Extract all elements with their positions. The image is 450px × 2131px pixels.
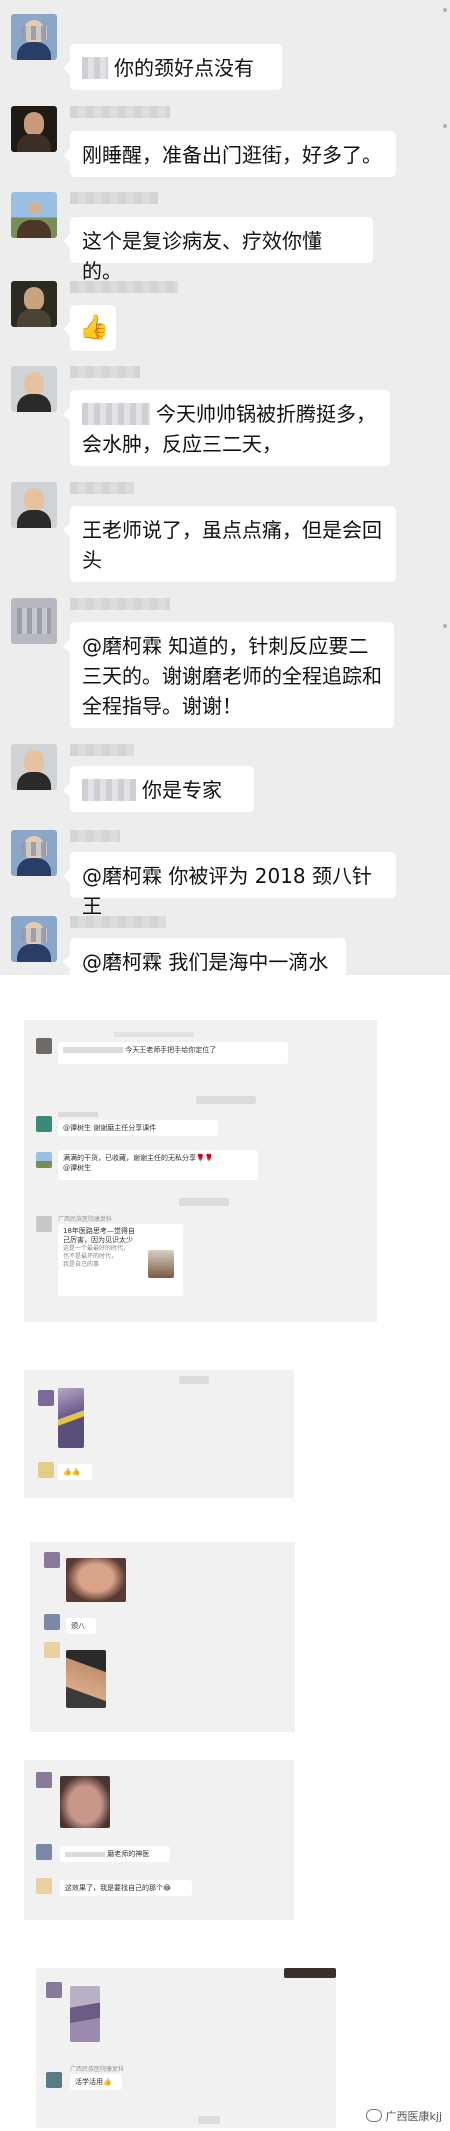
avatar[interactable] [11,482,57,528]
message-bubble: 活学活用👍 [70,2074,122,2090]
photo-fragment [284,1968,336,1978]
avatar [44,1552,60,1568]
sender-name [70,192,158,204]
avatar[interactable] [11,192,57,238]
message-bubble: @磨柯霖 知道的，针刺反应要二 三天的。谢谢磨老师的全程追踪和 全程指导。谢谢！ [63,622,394,728]
sender-name [70,366,140,378]
avatar [38,1462,54,1478]
message-bubble: 你的颈好点没有 [63,44,282,90]
chat-screenshot-thumbnail: 广西民族医院康复科 活学活用👍 [36,1968,336,2128]
sender-name [114,1032,194,1037]
message-bubble: 👍 [63,305,116,351]
chat-screenshot-thumbnail: 颈八 [30,1542,295,1732]
message-bubble: @磨柯霖 我们是海中一滴水 [63,938,346,984]
message-bubble: 今天王老师手把手给你定位了 [58,1042,288,1064]
photo-message[interactable] [66,1558,126,1602]
sender-name: 广西民族医院康复科 [58,1216,113,1223]
message-bubble: 王老师说了，虽点点痛，但是会回 头 [63,506,396,582]
message-bubble: 今天帅帅锅被折腾挺多， 会水肿，反应三二天， [63,390,390,466]
sender-name [70,281,178,293]
avatar [46,1982,62,1998]
avatar [36,1152,52,1168]
timestamp [196,1096,256,1104]
avatar [38,1390,54,1406]
avatar[interactable] [11,106,57,152]
article-card[interactable]: 18年医路思考—觉得自己厉害，因为见识太少 这是一个最最好的时代， 也不是最坏的… [58,1224,183,1296]
chat-screenshot-thumbnail: 👍👍 [24,1370,294,1498]
message-bubble: 这效果了，我是要找自己的那个😂 [60,1880,192,1896]
sender-name [70,744,134,756]
thumbs-up-icon: 👍 [79,313,109,341]
photo-message[interactable] [60,1776,110,1828]
sender-name [70,916,166,928]
sender-name [58,1112,98,1117]
avatar[interactable] [11,744,57,790]
sender-name [70,598,170,610]
avatar [36,1038,52,1054]
avatar[interactable] [11,598,57,644]
avatar[interactable] [11,830,57,876]
chat-screenshot-thumbnail: 今天王老师手把手给你定位了 @谭树生 谢谢磨主任分享课件 满满的干货，已收藏，谢… [24,1020,377,1322]
sender-name [70,830,120,842]
avatar [36,1116,52,1132]
message-bubble: @磨柯霖 你被评为 2018 颈八针王 [63,852,396,918]
photo-message[interactable] [70,1986,100,2042]
avatar[interactable] [11,281,57,327]
avatar[interactable] [11,916,57,962]
wechat-icon [365,2109,382,2122]
message-bubble: @谭树生 谢谢磨主任分享课件 [58,1120,218,1136]
chat-screenshot-thumbnail: 磨老师的神医 这效果了，我是要找自己的那个😂 [24,1760,294,1920]
chat-screenshot: 你的颈好点没有 刚睡醒，准备出门逛街，好多了。 这个是复诊病友、疗效你懂的。 👍… [0,0,450,984]
avatar [44,1614,60,1630]
sender-name: 广西民族医院康复科 [70,2066,125,2073]
avatar [36,1844,52,1860]
message-bubble: 👍👍 [58,1464,92,1480]
photo-message[interactable] [66,1650,106,1708]
photo-message[interactable] [58,1388,84,1448]
avatar [44,1642,60,1658]
timestamp [198,2116,220,2124]
message-bubble: 颈八 [66,1618,96,1634]
message-bubble: 这个是复诊病友、疗效你懂的。 [63,217,373,283]
timestamp [179,1198,229,1206]
message-bubble: 磨老师的神医 [60,1846,170,1862]
avatar [36,1878,52,1894]
avatar [46,2072,62,2088]
timestamp [179,1376,209,1384]
avatar[interactable] [11,366,57,412]
sender-name [70,482,134,494]
watermark: 广西医康kjj [365,2108,442,2124]
message-bubble: 满满的干货，已收藏，谢谢主任的无私分享🌹🌹 @谭树生 [58,1150,258,1180]
sender-name [70,106,170,118]
avatar [36,1772,52,1788]
article-thumbnail [148,1250,174,1278]
message-bubble: 你是专家 [63,766,254,812]
avatar [36,1216,52,1232]
avatar[interactable] [11,14,57,60]
message-bubble: 刚睡醒，准备出门逛街，好多了。 [63,131,396,177]
